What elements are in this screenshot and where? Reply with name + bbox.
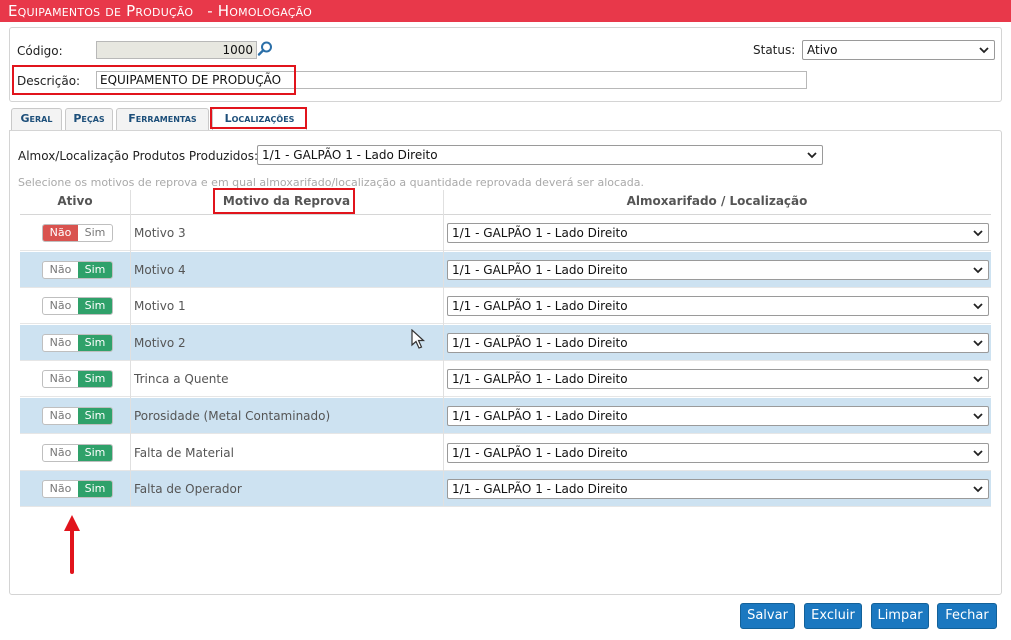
toggle-nao[interactable]: Não: [43, 408, 78, 424]
local-value: 1/1 - GALPÃO 1 - Lado Direito: [452, 409, 628, 423]
motivo-cell: Falta de Material: [134, 445, 234, 460]
toggle-nao[interactable]: Não: [43, 262, 78, 278]
codigo-label: Código:: [17, 44, 63, 58]
almox-value: 1/1 - GALPÃO 1 - Lado Direito: [262, 148, 438, 162]
ativo-toggle[interactable]: Não Sim: [42, 407, 113, 425]
ativo-toggle[interactable]: Não Sim: [42, 370, 113, 389]
page-title: Equipamentos de Produção: [8, 2, 194, 20]
title-bar: Equipamentos de Produção - Homologação: [0, 0, 1011, 22]
motivo-cell: Motivo 1: [134, 299, 186, 314]
search-icon[interactable]: [256, 40, 274, 58]
local-value: 1/1 - GALPÃO 1 - Lado Direito: [452, 482, 628, 497]
tab-geral[interactable]: Geral: [11, 108, 62, 130]
motivo-cell: Motivo 4: [134, 262, 186, 277]
table-row: Não Sim Motivo 3 1/1 - GALPÃO 1 - Lado Dire…: [20, 215, 991, 251]
excluir-button[interactable]: Excluir: [804, 603, 862, 629]
column-divider: [443, 190, 444, 506]
table-row: Não Sim Trinca a Quente 1/1 - GALPÃO 1 - La…: [20, 361, 991, 398]
chevron-down-icon: [973, 230, 983, 237]
almox-select[interactable]: 1/1 - GALPÃO 1 - Lado Direito: [257, 145, 823, 165]
column-divider: [130, 190, 131, 506]
header-almox: Almoxarifado / Localização: [626, 194, 808, 208]
toggle-nao[interactable]: Não: [43, 445, 78, 461]
toggle-nao[interactable]: Não: [43, 298, 78, 314]
table-row: Não Sim Falta de Material 1/1 - GALPÃO 1 - …: [20, 435, 991, 471]
table-row: Não Sim Falta de Operador 1/1 - GALPÃO 1 - …: [20, 471, 991, 508]
ativo-toggle[interactable]: Não Sim: [42, 297, 113, 316]
chevron-down-icon: [973, 376, 983, 383]
highlight-motivo-header: [213, 188, 355, 214]
chevron-down-icon: [973, 449, 983, 456]
status-label: Status:: [753, 43, 796, 57]
motivo-cell: Falta de Operador: [134, 482, 242, 497]
local-select[interactable]: 1/1 - GALPÃO 1 - Lado Direito: [447, 442, 989, 463]
local-select[interactable]: 1/1 - GALPÃO 1 - Lado Direito: [447, 332, 989, 353]
ativo-toggle[interactable]: Não Sim: [42, 443, 113, 462]
toggle-nao[interactable]: Não: [43, 335, 78, 351]
fechar-button[interactable]: Fechar: [937, 603, 997, 629]
tab-pecas[interactable]: Peças: [65, 108, 113, 130]
limpar-button[interactable]: Limpar: [871, 603, 929, 629]
highlight-tab-localizacoes: [210, 107, 307, 129]
motivo-cell: Motivo 2: [134, 335, 186, 350]
local-value: 1/1 - GALPÃO 1 - Lado Direito: [452, 335, 628, 350]
almox-label: Almox/Localização Produtos Produzidos:: [18, 149, 259, 163]
table-row: Não Sim Motivo 2 1/1 - GALPÃO 1 - Lado Dire…: [20, 324, 991, 361]
toggle-sim[interactable]: Sim: [78, 334, 112, 351]
chevron-down-icon: [973, 413, 983, 420]
codigo-input[interactable]: 1000: [96, 41, 257, 59]
local-value: 1/1 - GALPÃO 1 - Lado Direito: [452, 226, 628, 240]
chevron-down-icon: [973, 486, 983, 493]
toggle-nao[interactable]: Não: [43, 481, 78, 497]
local-select[interactable]: 1/1 - GALPÃO 1 - Lado Direito: [447, 223, 989, 243]
motivo-cell: Trinca a Quente: [134, 372, 229, 387]
chevron-down-icon: [973, 303, 983, 310]
status-value: Ativo: [807, 43, 838, 57]
toggle-sim[interactable]: Sim: [78, 225, 112, 241]
toggle-sim[interactable]: Sim: [78, 444, 112, 461]
salvar-button[interactable]: Salvar: [740, 603, 795, 629]
local-value: 1/1 - GALPÃO 1 - Lado Direito: [452, 262, 628, 277]
local-value: 1/1 - GALPÃO 1 - Lado Direito: [452, 299, 628, 314]
ativo-toggle[interactable]: Não Sim: [42, 480, 113, 499]
table-row: Não Sim Motivo 1 1/1 - GALPÃO 1 - Lado Dire…: [20, 288, 991, 325]
red-arrow-icon: [64, 515, 80, 574]
local-select[interactable]: 1/1 - GALPÃO 1 - Lado Direito: [447, 259, 989, 280]
toggle-sim[interactable]: Sim: [78, 298, 112, 315]
highlight-descricao: [12, 65, 296, 95]
chevron-down-icon: [973, 266, 983, 273]
ativo-toggle[interactable]: Não Sim: [42, 333, 113, 352]
chevron-down-icon: [979, 47, 989, 54]
chevron-down-icon: [973, 340, 983, 347]
local-select[interactable]: 1/1 - GALPÃO 1 - Lado Direito: [447, 406, 989, 426]
local-select[interactable]: 1/1 - GALPÃO 1 - Lado Direito: [447, 369, 989, 390]
toggle-nao[interactable]: Não: [43, 371, 78, 387]
local-select[interactable]: 1/1 - GALPÃO 1 - Lado Direito: [447, 479, 989, 500]
motivo-cell: Porosidade (Metal Contaminado): [134, 409, 331, 423]
table-row: Não Sim Porosidade (Metal Contaminado) 1/1 …: [20, 398, 991, 434]
status-select[interactable]: Ativo: [802, 40, 995, 60]
local-value: 1/1 - GALPÃO 1 - Lado Direito: [452, 372, 628, 387]
ativo-toggle[interactable]: Não Sim: [42, 224, 113, 242]
motivo-cell: Motivo 3: [134, 226, 186, 240]
chevron-down-icon: [807, 152, 817, 159]
table-header: Ativo Motivo da Reprova Almoxarifado / L…: [20, 190, 991, 215]
local-select[interactable]: 1/1 - GALPÃO 1 - Lado Direito: [447, 296, 989, 317]
page-subtitle: - Homologação: [207, 2, 313, 20]
ativo-toggle[interactable]: Não Sim: [42, 260, 113, 279]
toggle-nao[interactable]: Não: [43, 225, 78, 241]
local-value: 1/1 - GALPÃO 1 - Lado Direito: [452, 445, 628, 460]
toggle-sim[interactable]: Sim: [78, 371, 112, 388]
mouse-cursor-icon: [411, 329, 426, 349]
tab-ferramentas[interactable]: Ferramentas: [116, 108, 209, 130]
header-ativo: Ativo: [57, 194, 93, 208]
toggle-sim[interactable]: Sim: [78, 261, 112, 278]
table-row: Não Sim Motivo 4 1/1 - GALPÃO 1 - Lado Dire…: [20, 251, 991, 288]
toggle-sim[interactable]: Sim: [78, 408, 112, 424]
toggle-sim[interactable]: Sim: [78, 481, 112, 498]
